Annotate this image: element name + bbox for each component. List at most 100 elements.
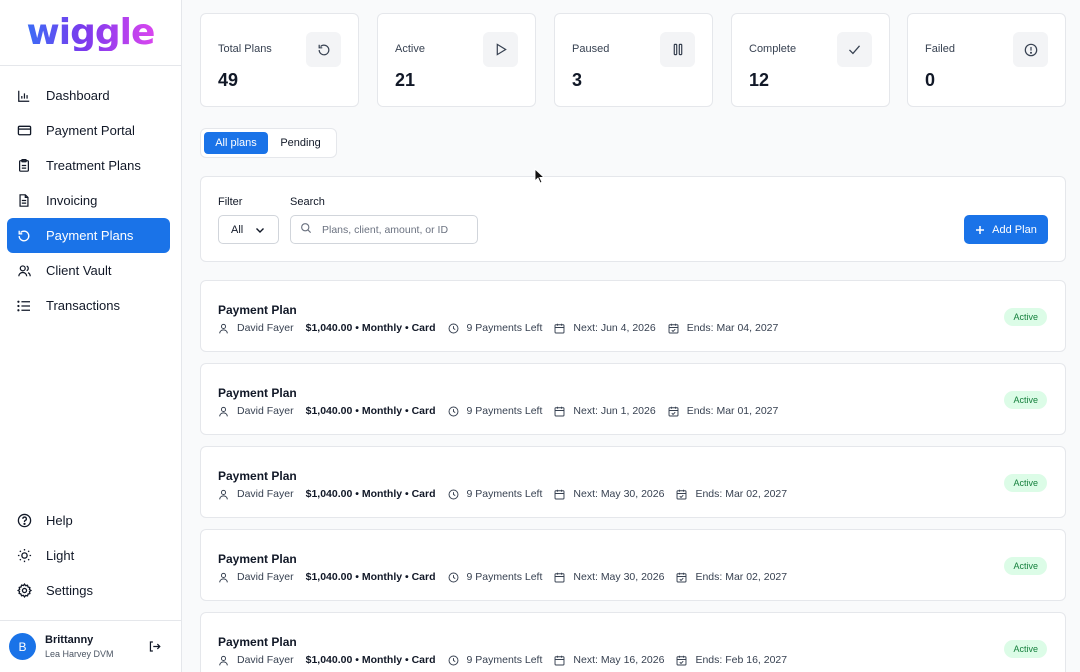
plan-next: Next: May 30, 2026 <box>554 488 664 500</box>
sidebar-item-client-vault[interactable]: Client Vault <box>7 253 170 288</box>
plan-card[interactable]: Payment Plan David Fayer $1,040.00 • Month… <box>200 446 1066 518</box>
client-name: David Fayer <box>237 488 294 500</box>
sidebar-nav: Dashboard Payment Portal Treatment Plans… <box>7 78 170 323</box>
logo[interactable]: wiggle <box>0 0 181 66</box>
plan-card[interactable]: Payment Plan David Fayer $1,040.00 • Month… <box>200 612 1066 672</box>
filter-select[interactable]: All <box>218 215 279 244</box>
calendar-icon <box>554 406 569 417</box>
bar-chart-icon <box>16 88 32 104</box>
plan-amount: $1,040.00 • Monthly • Card <box>305 488 436 500</box>
sidebar-item-label: Settings <box>46 583 93 598</box>
plan-card[interactable]: Payment Plan David Fayer $1,040.00 • Month… <box>200 280 1066 352</box>
clipboard-icon <box>16 158 32 174</box>
remaining-text: 9 Payments Left <box>466 571 543 583</box>
plan-client: David Fayer <box>218 405 294 417</box>
remaining-text: 9 Payments Left <box>466 405 543 417</box>
plan-remaining: 9 Payments Left <box>448 488 542 500</box>
status-badge: Active <box>1004 474 1047 492</box>
stat-value: 49 <box>218 70 239 90</box>
user-icon <box>218 655 233 666</box>
next-date: Next: May 30, 2026 <box>573 571 665 583</box>
sidebar-item-label: Client Vault <box>46 263 112 278</box>
sidebar-item-label: Help <box>46 513 73 528</box>
stat-card-active: Active 21 <box>377 13 536 107</box>
next-date: Next: May 30, 2026 <box>573 488 665 500</box>
user-profile[interactable]: B Brittanny Lea Harvey DVM <box>0 620 181 672</box>
plan-card[interactable]: Payment Plan David Fayer $1,040.00 • Month… <box>200 363 1066 435</box>
client-name: David Fayer <box>237 571 294 583</box>
clock-icon <box>448 655 463 666</box>
refresh-icon <box>306 32 341 67</box>
plan-ends: Ends: Mar 02, 2027 <box>676 488 787 500</box>
plan-amount: $1,040.00 • Monthly • Card <box>305 322 436 334</box>
status-badge: Active <box>1004 391 1047 409</box>
plan-remaining: 9 Payments Left <box>448 571 543 583</box>
calendar-icon <box>554 323 569 334</box>
plan-card[interactable]: Payment Plan David Fayer $1,040.00 • Month… <box>200 529 1066 601</box>
filter-value: All <box>231 223 244 236</box>
clock-icon <box>448 489 463 500</box>
plan-title: Payment Plan <box>218 469 297 483</box>
users-icon <box>16 263 32 279</box>
help-icon <box>16 513 32 529</box>
logo-text: wiggle <box>26 11 156 53</box>
sidebar-item-help[interactable]: Help <box>7 503 170 538</box>
sidebar-item-dashboard[interactable]: Dashboard <box>7 78 170 113</box>
user-subtitle: Lea Harvey DVM <box>45 649 114 659</box>
plan-title: Payment Plan <box>218 552 297 566</box>
plan-amount: $1,040.00 • Monthly • Card <box>305 571 436 583</box>
plan-next: Next: Jun 1, 2026 <box>554 405 656 417</box>
refresh-icon <box>16 228 32 244</box>
plan-tabs: All plans Pending <box>200 128 337 158</box>
status-badge: Active <box>1004 308 1047 326</box>
plan-remaining: 9 Payments Left <box>448 322 543 334</box>
sidebar-item-light[interactable]: Light <box>7 538 170 573</box>
sidebar-item-treatment-plans[interactable]: Treatment Plans <box>7 148 170 183</box>
remaining-text: 9 Payments Left <box>466 654 543 666</box>
tab-pending[interactable]: Pending <box>268 132 333 154</box>
sidebar-item-settings[interactable]: Settings <box>7 573 170 608</box>
plan-title: Payment Plan <box>218 386 297 400</box>
pause-icon <box>660 32 695 67</box>
plan-next: Next: May 16, 2026 <box>554 654 664 666</box>
remaining-text: 9 Payments Left <box>466 322 543 334</box>
add-plan-button[interactable]: Add Plan <box>964 215 1048 244</box>
status-badge: Active <box>1004 640 1047 658</box>
credit-card-icon <box>16 123 32 139</box>
check-icon <box>837 32 872 67</box>
plan-ends: Ends: Mar 02, 2027 <box>676 571 787 583</box>
plan-meta: David Fayer $1,040.00 • Monthly • Card 9 P… <box>218 405 790 417</box>
sidebar-item-invoicing[interactable]: Invoicing <box>7 183 170 218</box>
stat-value: 3 <box>572 70 583 90</box>
sidebar-item-transactions[interactable]: Transactions <box>7 288 170 323</box>
stat-label: Failed <box>925 43 955 55</box>
user-icon <box>218 572 233 583</box>
tab-all-plans[interactable]: All plans <box>204 132 268 154</box>
logout-icon[interactable] <box>148 640 162 654</box>
sidebar-item-payment-portal[interactable]: Payment Portal <box>7 113 170 148</box>
alert-circle-icon <box>1013 32 1048 67</box>
plan-title: Payment Plan <box>218 303 297 317</box>
plan-client: David Fayer <box>218 654 294 666</box>
sidebar-item-label: Payment Portal <box>46 123 135 138</box>
sidebar-item-payment-plans[interactable]: Payment Plans <box>7 218 170 253</box>
plan-next: Next: Jun 4, 2026 <box>554 322 656 334</box>
plan-meta: David Fayer $1,040.00 • Monthly • Card 9 P… <box>218 488 799 500</box>
calendar-icon <box>554 655 569 666</box>
plan-meta: David Fayer $1,040.00 • Monthly • Card 9 P… <box>218 322 790 334</box>
user-info: Brittanny Lea Harvey DVM <box>45 634 114 659</box>
plan-client: David Fayer <box>218 488 294 500</box>
search-input[interactable] <box>322 223 472 236</box>
end-date: Ends: Mar 02, 2027 <box>695 488 788 500</box>
add-plan-label: Add Plan <box>992 223 1037 236</box>
next-date: Next: May 16, 2026 <box>573 654 665 666</box>
plan-amount: $1,040.00 • Monthly • Card <box>305 654 436 666</box>
client-name: David Fayer <box>237 322 294 334</box>
sidebar-item-label: Light <box>46 548 75 563</box>
stat-card-paused: Paused 3 <box>554 13 713 107</box>
calendar-check-icon <box>676 572 691 583</box>
filter-label: Filter <box>218 196 243 208</box>
clock-icon <box>448 406 463 417</box>
stat-value: 21 <box>395 70 416 90</box>
sidebar-item-label: Payment Plans <box>46 228 134 243</box>
